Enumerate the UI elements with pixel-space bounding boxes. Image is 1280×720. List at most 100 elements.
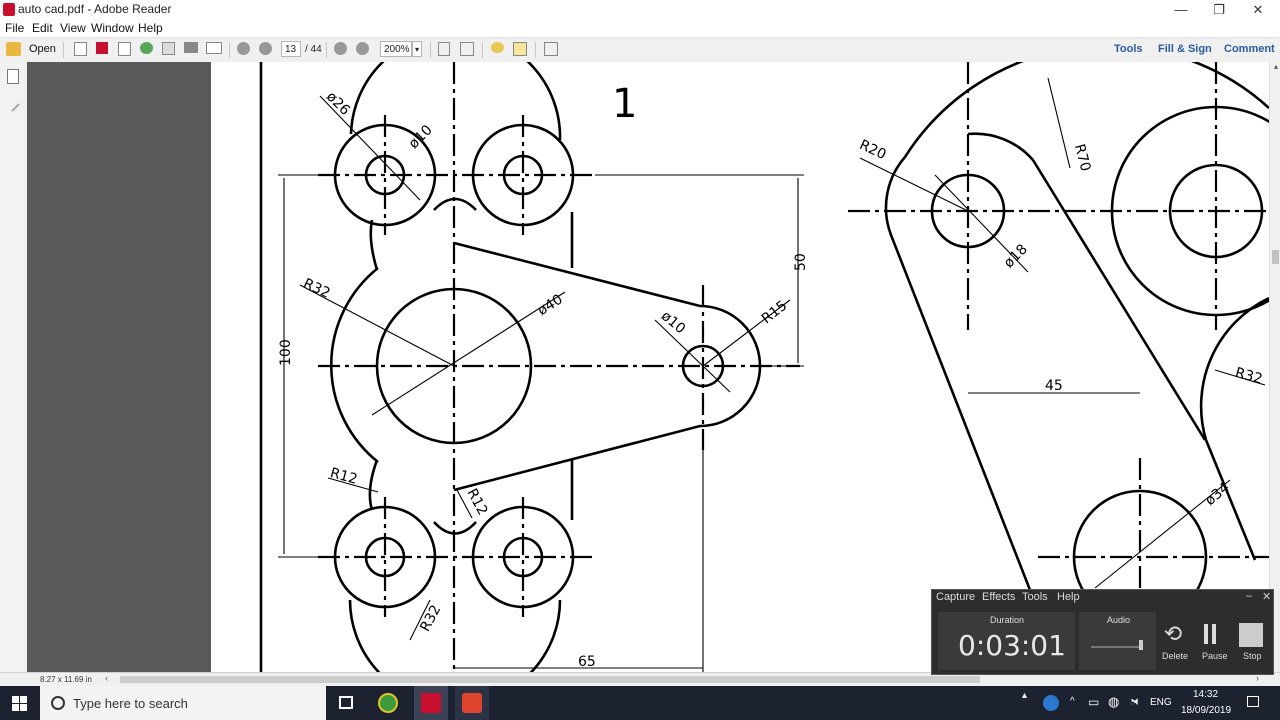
stop-label[interactable]: Stop bbox=[1243, 651, 1262, 661]
recorder-panel: Capture Effects Tools Help – ✕ Duration … bbox=[931, 589, 1274, 675]
fill-sign-tab[interactable]: Fill & Sign bbox=[1158, 43, 1212, 55]
dim-65: 65 bbox=[578, 654, 596, 670]
menu-window[interactable]: Window bbox=[91, 21, 134, 35]
separator bbox=[63, 42, 64, 58]
page-total: / 44 bbox=[305, 44, 322, 55]
dim-r32-left: R32 bbox=[301, 276, 333, 302]
windows-start-icon[interactable] bbox=[12, 696, 27, 711]
separator bbox=[326, 42, 327, 58]
dim-r70: R70 bbox=[1071, 142, 1094, 173]
print-icon[interactable] bbox=[184, 42, 198, 53]
expand-icon[interactable] bbox=[544, 42, 558, 56]
menu-file[interactable]: File bbox=[5, 21, 24, 35]
pdf-page[interactable]: 1 ø26 ø10 R32 ø40 ø10 R15 R12 R12 R32 10… bbox=[211, 62, 1269, 672]
dim-r12-left: R12 bbox=[328, 465, 359, 488]
audio-panel: Audio bbox=[1079, 612, 1156, 670]
close-button[interactable]: ✕ bbox=[1238, 0, 1278, 19]
recorder-taskbar-button[interactable] bbox=[455, 686, 489, 720]
adobe-reader-icon bbox=[3, 3, 15, 16]
scroll-left-icon[interactable]: ‹ bbox=[105, 673, 108, 683]
battery-icon[interactable]: ▭ bbox=[1088, 695, 1099, 709]
recorder-menu-effects[interactable]: Effects bbox=[982, 591, 1015, 603]
highlight-icon[interactable] bbox=[513, 42, 527, 56]
recorder-menu-help[interactable]: Help bbox=[1057, 591, 1080, 603]
comment-icon[interactable] bbox=[491, 42, 504, 53]
folder-icon[interactable] bbox=[6, 42, 21, 56]
dim-r15: R15 bbox=[759, 298, 791, 328]
dim-100: 100 bbox=[278, 339, 294, 366]
audio-label: Audio bbox=[1107, 615, 1131, 625]
next-page-icon[interactable] bbox=[259, 42, 272, 55]
attachment-icon[interactable] bbox=[4, 96, 20, 112]
cloud-icon[interactable] bbox=[140, 42, 153, 54]
pause-icon-bar[interactable] bbox=[1212, 624, 1216, 644]
delete-label[interactable]: Delete bbox=[1162, 651, 1188, 661]
menu-help[interactable]: Help bbox=[138, 21, 163, 35]
zoom-dropdown-icon[interactable]: ▾ bbox=[412, 41, 422, 57]
pdf-export-icon[interactable] bbox=[96, 42, 108, 54]
recorder-menu-tools[interactable]: Tools bbox=[1022, 591, 1048, 603]
chrome-icon[interactable] bbox=[378, 693, 398, 713]
adobe-reader-taskbar-button[interactable] bbox=[414, 686, 448, 720]
menu-edit[interactable]: Edit bbox=[32, 21, 53, 35]
document-background bbox=[27, 62, 211, 672]
dim-r32-right: R32 bbox=[1233, 365, 1264, 388]
taskbar-search[interactable]: Type here to search bbox=[40, 686, 326, 720]
audio-level-handle[interactable] bbox=[1139, 640, 1143, 650]
show-hidden-icons[interactable]: ▴ bbox=[1022, 690, 1027, 701]
clock-date[interactable]: 18/09/2019 bbox=[1181, 705, 1231, 716]
delete-icon[interactable]: ⟲ bbox=[1161, 622, 1185, 646]
pause-label[interactable]: Pause bbox=[1202, 651, 1228, 661]
open-button[interactable]: Open bbox=[29, 43, 56, 55]
dim-d34: ø34 bbox=[1202, 480, 1233, 509]
separator bbox=[535, 42, 536, 58]
create-pdf-icon[interactable] bbox=[74, 42, 87, 56]
pause-icon[interactable] bbox=[1204, 624, 1208, 644]
audio-level-track[interactable] bbox=[1091, 646, 1141, 648]
page-size-label: 8.27 x 11.69 in bbox=[40, 675, 92, 684]
recorder-close-button[interactable]: ✕ bbox=[1262, 590, 1271, 603]
zoom-out-icon[interactable] bbox=[334, 42, 347, 55]
search-placeholder: Type here to search bbox=[73, 696, 188, 711]
stop-icon[interactable] bbox=[1239, 623, 1263, 647]
edit-pdf-icon[interactable] bbox=[118, 42, 131, 56]
help-icon[interactable] bbox=[1043, 695, 1059, 711]
recorder-minimize-button[interactable]: – bbox=[1246, 590, 1252, 602]
clock-time[interactable]: 14:32 bbox=[1193, 689, 1218, 700]
comment-tab[interactable]: Comment bbox=[1224, 43, 1275, 55]
scroll-thumb[interactable] bbox=[1272, 250, 1279, 264]
duration-panel: Duration 0:03:01 bbox=[938, 612, 1075, 670]
email-icon[interactable] bbox=[206, 42, 222, 54]
dim-d40: ø40 bbox=[535, 292, 566, 320]
scroll-up-icon[interactable]: ▴ bbox=[1271, 62, 1280, 74]
page-number-input[interactable]: 13 bbox=[281, 41, 301, 57]
task-view-icon[interactable] bbox=[339, 696, 353, 709]
vertical-scrollbar[interactable]: ▴ bbox=[1269, 62, 1280, 672]
horizontal-scroll-thumb[interactable] bbox=[120, 676, 980, 683]
save-icon[interactable] bbox=[162, 42, 175, 55]
tools-tab[interactable]: Tools bbox=[1114, 43, 1143, 55]
zoom-in-icon[interactable] bbox=[356, 42, 369, 55]
fit-page-icon[interactable] bbox=[438, 42, 450, 56]
previous-page-icon[interactable] bbox=[237, 42, 250, 55]
dim-d10-right: ø10 bbox=[658, 308, 689, 337]
language-indicator[interactable]: ENG bbox=[1150, 697, 1172, 708]
fit-width-icon[interactable] bbox=[460, 42, 474, 56]
taskbar: Type here to search ▴ ^ ▭ ◍ ◔ 🔈︎ ENG 14:… bbox=[0, 686, 1280, 720]
recorder-taskbar-icon bbox=[462, 693, 482, 713]
dim-r32-bottom: R32 bbox=[417, 603, 444, 635]
notification-icon[interactable] bbox=[1247, 696, 1259, 707]
window-title: auto cad.pdf - Adobe Reader bbox=[18, 2, 172, 16]
pages-thumbnail-icon[interactable] bbox=[7, 69, 19, 84]
chevron-up-icon[interactable]: ^ bbox=[1070, 696, 1075, 707]
zoom-input[interactable]: 200% bbox=[380, 41, 412, 57]
recorder-menu-capture[interactable]: Capture bbox=[936, 591, 975, 603]
restore-button[interactable]: ❐ bbox=[1199, 0, 1239, 19]
minimize-button[interactable]: — bbox=[1161, 0, 1201, 19]
network-icon[interactable]: ◍ bbox=[1108, 694, 1119, 710]
title-bar: auto cad.pdf - Adobe Reader — ❐ ✕ bbox=[0, 0, 1280, 19]
sheet-number: 1 bbox=[612, 81, 637, 127]
separator bbox=[229, 42, 230, 58]
volume-icon[interactable]: 🔈︎ bbox=[1134, 694, 1141, 709]
menu-view[interactable]: View bbox=[60, 21, 86, 35]
